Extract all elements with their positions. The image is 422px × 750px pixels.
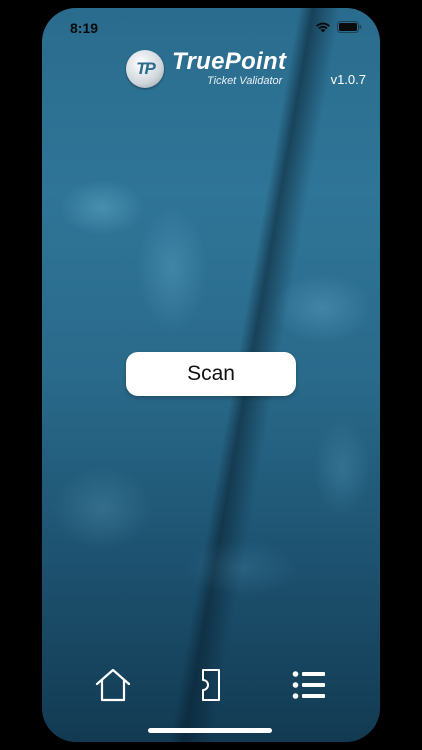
- battery-icon: [337, 21, 362, 33]
- home-icon: [94, 667, 132, 708]
- scan-button[interactable]: Scan: [126, 352, 296, 396]
- logo-initials: TP: [136, 59, 156, 78]
- list-icon: [292, 670, 326, 705]
- app-screen: 8:19 TP TruePoint Ticket Validator v1.0.…: [42, 8, 380, 742]
- ticket-icon: [198, 666, 224, 709]
- app-header: TP TruePoint Ticket Validator v1.0.7: [42, 48, 380, 100]
- status-icons: [315, 21, 362, 33]
- status-bar: 8:19: [42, 8, 380, 50]
- device-frame: 8:19 TP TruePoint Ticket Validator v1.0.…: [0, 0, 422, 750]
- tab-bar: [42, 662, 380, 712]
- wifi-icon: [315, 21, 331, 33]
- brand-name: TruePoint: [172, 48, 287, 75]
- version-label: v1.0.7: [330, 72, 366, 87]
- tab-home[interactable]: [88, 662, 138, 712]
- home-indicator[interactable]: [148, 728, 272, 733]
- tab-ticket[interactable]: [186, 662, 236, 712]
- brand-subtitle: Ticket Validator: [207, 75, 283, 87]
- tab-list[interactable]: [284, 662, 334, 712]
- status-time: 8:19: [70, 20, 99, 36]
- truepoint-logo: TP: [126, 50, 164, 88]
